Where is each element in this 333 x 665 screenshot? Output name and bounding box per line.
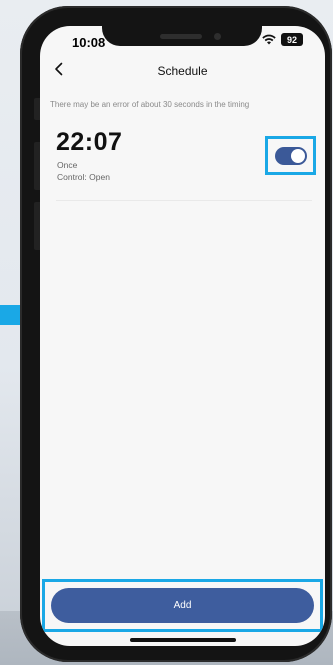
battery-icon: 92 [281, 33, 303, 46]
background-accent [0, 305, 20, 325]
schedule-control: Control: Open [57, 172, 110, 182]
toggle-knob [291, 149, 305, 163]
add-button-highlight: Add [42, 579, 323, 632]
schedule-enable-toggle[interactable] [275, 147, 307, 165]
page-title: Schedule [157, 64, 208, 78]
navigation-bar: Schedule [40, 58, 325, 84]
speaker-grille [160, 34, 202, 39]
home-indicator [130, 638, 236, 642]
add-schedule-button[interactable]: Add [51, 588, 314, 623]
timing-notice: There may be an error of about 30 second… [50, 100, 250, 109]
status-icons: 92 [262, 33, 303, 46]
schedule-repeat: Once [57, 160, 78, 170]
status-time: 10:08 [72, 35, 106, 50]
phone-screen: 10:08 92 Schedule There may be an error … [40, 26, 325, 646]
wifi-icon [262, 34, 276, 45]
front-camera [214, 33, 221, 40]
toggle-highlight [265, 136, 316, 175]
notch [102, 26, 262, 46]
schedule-time: 22:07 [56, 128, 123, 156]
